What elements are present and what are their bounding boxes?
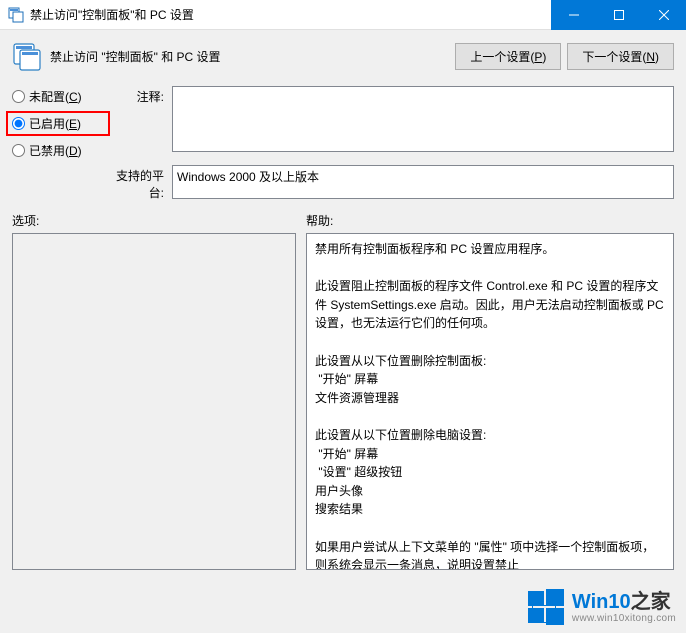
comment-label: 注释:	[104, 86, 172, 105]
policy-header: 禁止访问 "控制面板" 和 PC 设置 上一个设置(P) 下一个设置(N)	[12, 40, 674, 72]
comment-textarea[interactable]	[172, 86, 674, 152]
radio-disabled[interactable]: 已禁用(D)	[12, 142, 104, 159]
minimize-button[interactable]	[551, 0, 596, 30]
policy-icon	[12, 40, 44, 72]
help-label: 帮助:	[306, 212, 674, 229]
app-icon	[8, 7, 24, 23]
window-controls	[551, 0, 686, 30]
close-button[interactable]	[641, 0, 686, 30]
help-text[interactable]: 禁用所有控制面板程序和 PC 设置应用程序。 此设置阻止控制面板的程序文件 Co…	[306, 233, 674, 570]
radio-disabled-input[interactable]	[12, 144, 25, 157]
watermark-brand: Win10之家	[572, 591, 676, 613]
options-label: 选项:	[12, 212, 296, 229]
radio-not-configured-input[interactable]	[12, 90, 25, 103]
platform-label: 支持的平台:	[104, 165, 172, 201]
focus-indicator	[532, 605, 556, 623]
watermark-url: www.win10xitong.com	[572, 613, 676, 624]
platform-textarea: Windows 2000 及以上版本	[172, 165, 674, 199]
dialog-content: 禁止访问 "控制面板" 和 PC 设置 上一个设置(P) 下一个设置(N) 未配…	[0, 30, 686, 633]
radio-enabled-input[interactable]	[12, 117, 25, 130]
next-setting-button[interactable]: 下一个设置(N)	[567, 43, 674, 70]
window-titlebar: 禁止访问"控制面板"和 PC 设置	[0, 0, 686, 30]
prev-setting-button[interactable]: 上一个设置(P)	[455, 43, 561, 70]
policy-title: 禁止访问 "控制面板" 和 PC 设置	[50, 48, 455, 65]
maximize-button[interactable]	[596, 0, 641, 30]
state-radio-group: 未配置(C) 已启用(E) 已禁用(D)	[12, 88, 104, 159]
options-panel	[12, 233, 296, 570]
radio-enabled[interactable]: 已启用(E)	[12, 115, 104, 132]
radio-not-configured[interactable]: 未配置(C)	[12, 88, 104, 105]
window-title: 禁止访问"控制面板"和 PC 设置	[30, 6, 551, 23]
